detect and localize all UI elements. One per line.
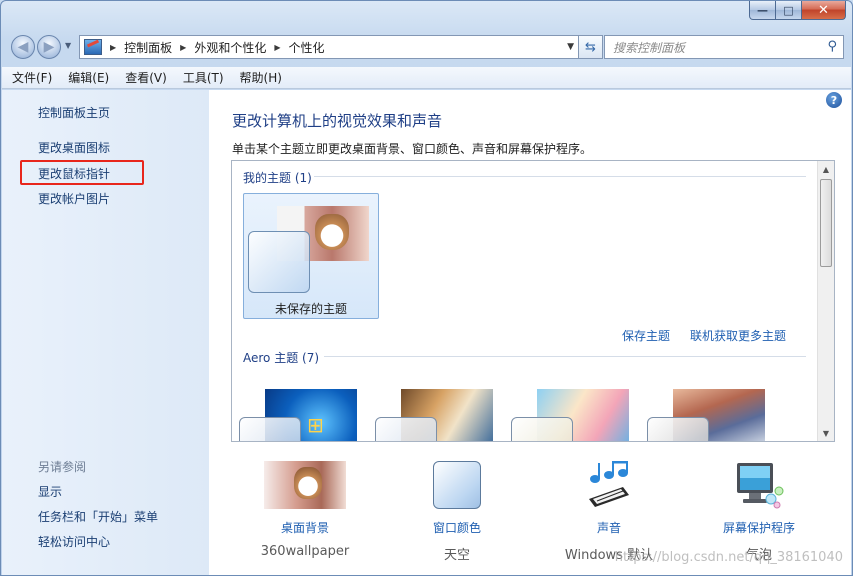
theme-list-scrollbar[interactable]: ▲ ▼ bbox=[817, 161, 834, 441]
desktop-background-thumbnail bbox=[264, 461, 346, 509]
ease-of-access-link[interactable]: 轻松访问中心 bbox=[38, 533, 110, 550]
breadcrumb-appearance[interactable]: 外观和个性化 bbox=[194, 39, 266, 56]
see-also-heading: 另请参阅 bbox=[38, 460, 87, 474]
address-bar[interactable]: ▶ 控制面板 ▶ 外观和个性化 ▶ 个性化 ▼ bbox=[79, 35, 579, 59]
taskbar-start-menu-link[interactable]: 任务栏和「开始」菜单 bbox=[38, 508, 158, 525]
glass-color-swatch bbox=[647, 417, 709, 441]
sounds-item[interactable]: 声音 Windows 默认 bbox=[539, 461, 679, 563]
scroll-up-icon[interactable]: ▲ bbox=[818, 161, 834, 177]
music-notes-graphic bbox=[589, 461, 629, 507]
menu-help[interactable]: 帮助(H) bbox=[240, 69, 282, 86]
change-desktop-icons-link[interactable]: 更改桌面图标 bbox=[38, 139, 110, 156]
search-input[interactable]: 搜索控制面板 ⚲ bbox=[604, 35, 844, 59]
cat-shape bbox=[294, 467, 322, 499]
music-notes-icon bbox=[539, 461, 679, 513]
caption-buttons: — □ ✕ bbox=[749, 1, 846, 20]
glass-color-swatch bbox=[375, 417, 437, 441]
scroll-thumb[interactable] bbox=[820, 179, 832, 267]
task-pane: 控制面板主页 更改桌面图标 更改鼠标指针 更改帐户图片 另请参阅 显示 任务栏和… bbox=[2, 90, 209, 575]
change-account-picture-link[interactable]: 更改帐户图片 bbox=[38, 190, 110, 207]
menu-bar: 文件(F) 编辑(E) 查看(V) 工具(T) 帮助(H) bbox=[2, 67, 851, 89]
window-color-value: 天空 bbox=[443, 548, 470, 563]
desktop-background-item[interactable]: 桌面背景 360wallpaper bbox=[235, 461, 375, 559]
navigation-bar: ◀ ▶ ▼ ▶ 控制面板 ▶ 外观和个性化 ▶ 个性化 ▼ ⇆ 搜索控制面板 ⚲ bbox=[9, 33, 844, 59]
display-link[interactable]: 显示 bbox=[38, 483, 62, 500]
desktop-background-label[interactable]: 桌面背景 bbox=[235, 519, 375, 536]
close-button[interactable]: ✕ bbox=[802, 1, 846, 20]
recent-pages-dropdown[interactable]: ▼ bbox=[65, 41, 71, 50]
change-mouse-pointers-link[interactable]: 更改鼠标指针 bbox=[38, 165, 110, 182]
minimize-button[interactable]: — bbox=[749, 1, 776, 20]
aero-theme-landscapes[interactable] bbox=[643, 383, 765, 441]
refresh-icon: ⇆ bbox=[585, 39, 596, 55]
save-theme-link[interactable]: 保存主题 bbox=[622, 327, 670, 344]
main-content: ? 更改计算机上的视觉效果和声音 单击某个主题立即更改桌面背景、窗口颜色、声音和… bbox=[209, 90, 851, 575]
aero-theme-windows7[interactable]: ⊞ bbox=[235, 383, 357, 441]
monitor-bubbles-graphic bbox=[737, 463, 784, 509]
chevron-right-icon[interactable]: ▶ bbox=[180, 43, 186, 52]
maximize-button[interactable]: □ bbox=[776, 1, 802, 20]
window-color-icon bbox=[387, 461, 527, 513]
menu-edit[interactable]: 编辑(E) bbox=[68, 69, 109, 86]
address-dropdown-icon[interactable]: ▼ bbox=[567, 42, 574, 52]
get-more-themes-link[interactable]: 联机获取更多主题 bbox=[690, 327, 786, 344]
arrow-left-icon: ◀ bbox=[17, 39, 29, 55]
chevron-right-icon[interactable]: ▶ bbox=[274, 43, 280, 52]
aero-theme-characters[interactable] bbox=[507, 383, 629, 441]
menu-view[interactable]: 查看(V) bbox=[125, 69, 167, 86]
back-button[interactable]: ◀ bbox=[11, 35, 35, 59]
glass-color-swatch bbox=[239, 417, 301, 441]
screen-saver-item[interactable]: 屏幕保护程序 气泡 bbox=[689, 461, 829, 563]
group-divider bbox=[324, 356, 806, 357]
search-placeholder: 搜索控制面板 bbox=[613, 40, 686, 55]
breadcrumb-control-panel[interactable]: 控制面板 bbox=[124, 39, 172, 56]
desktop-background-value: 360wallpaper bbox=[260, 544, 350, 559]
cat-photo-icon bbox=[235, 461, 375, 513]
theme-name: 未保存的主题 bbox=[274, 302, 347, 316]
control-panel-icon bbox=[84, 39, 102, 55]
cat-shape bbox=[315, 214, 349, 250]
page-subtitle: 单击某个主题立即更改桌面背景、窗口颜色、声音和屏幕保护程序。 bbox=[232, 142, 593, 156]
my-themes-heading: 我的主题 (1) bbox=[243, 171, 312, 185]
window-color-item[interactable]: 窗口颜色 天空 bbox=[387, 461, 527, 563]
breadcrumb-personalization[interactable]: 个性化 bbox=[289, 39, 325, 56]
aero-themes-heading: Aero 主题 (7) bbox=[243, 351, 320, 365]
help-icon[interactable]: ? bbox=[826, 92, 842, 108]
sounds-label[interactable]: 声音 bbox=[539, 519, 679, 536]
menu-tools[interactable]: 工具(T) bbox=[183, 69, 224, 86]
glass-color-swatch bbox=[248, 231, 310, 293]
arrow-right-icon: ▶ bbox=[43, 39, 55, 55]
chevron-right-icon[interactable]: ▶ bbox=[110, 43, 116, 52]
window-color-label[interactable]: 窗口颜色 bbox=[387, 519, 527, 536]
refresh-button[interactable]: ⇆ bbox=[579, 35, 603, 59]
personalization-window: — □ ✕ ◀ ▶ ▼ ▶ 控制面板 ▶ 外观和个性化 ▶ 个性化 ▼ ⇆ 搜索… bbox=[0, 0, 853, 576]
monitor-bubbles-icon bbox=[689, 461, 829, 513]
menu-file[interactable]: 文件(F) bbox=[12, 69, 52, 86]
scroll-down-icon[interactable]: ▼ bbox=[818, 425, 834, 441]
search-icon[interactable]: ⚲ bbox=[827, 39, 837, 54]
screen-saver-label[interactable]: 屏幕保护程序 bbox=[689, 519, 829, 536]
watermark: https://blog.csdn.net/qq_38161040 bbox=[614, 550, 843, 565]
window-color-swatch bbox=[433, 461, 481, 509]
group-divider bbox=[314, 176, 806, 177]
forward-button[interactable]: ▶ bbox=[37, 35, 61, 59]
unsaved-theme-tile[interactable]: 未保存的主题 bbox=[243, 193, 379, 319]
theme-list: 我的主题 (1) 未保存的主题 保存主题 联机获取更多主题 Aero 主题 (7… bbox=[231, 160, 835, 442]
glass-color-swatch bbox=[511, 417, 573, 441]
windows-flag-icon: ⊞ bbox=[307, 413, 324, 437]
control-panel-home-link[interactable]: 控制面板主页 bbox=[38, 104, 110, 121]
page-title: 更改计算机上的视觉效果和声音 bbox=[232, 112, 443, 130]
aero-theme-architecture[interactable] bbox=[371, 383, 493, 441]
